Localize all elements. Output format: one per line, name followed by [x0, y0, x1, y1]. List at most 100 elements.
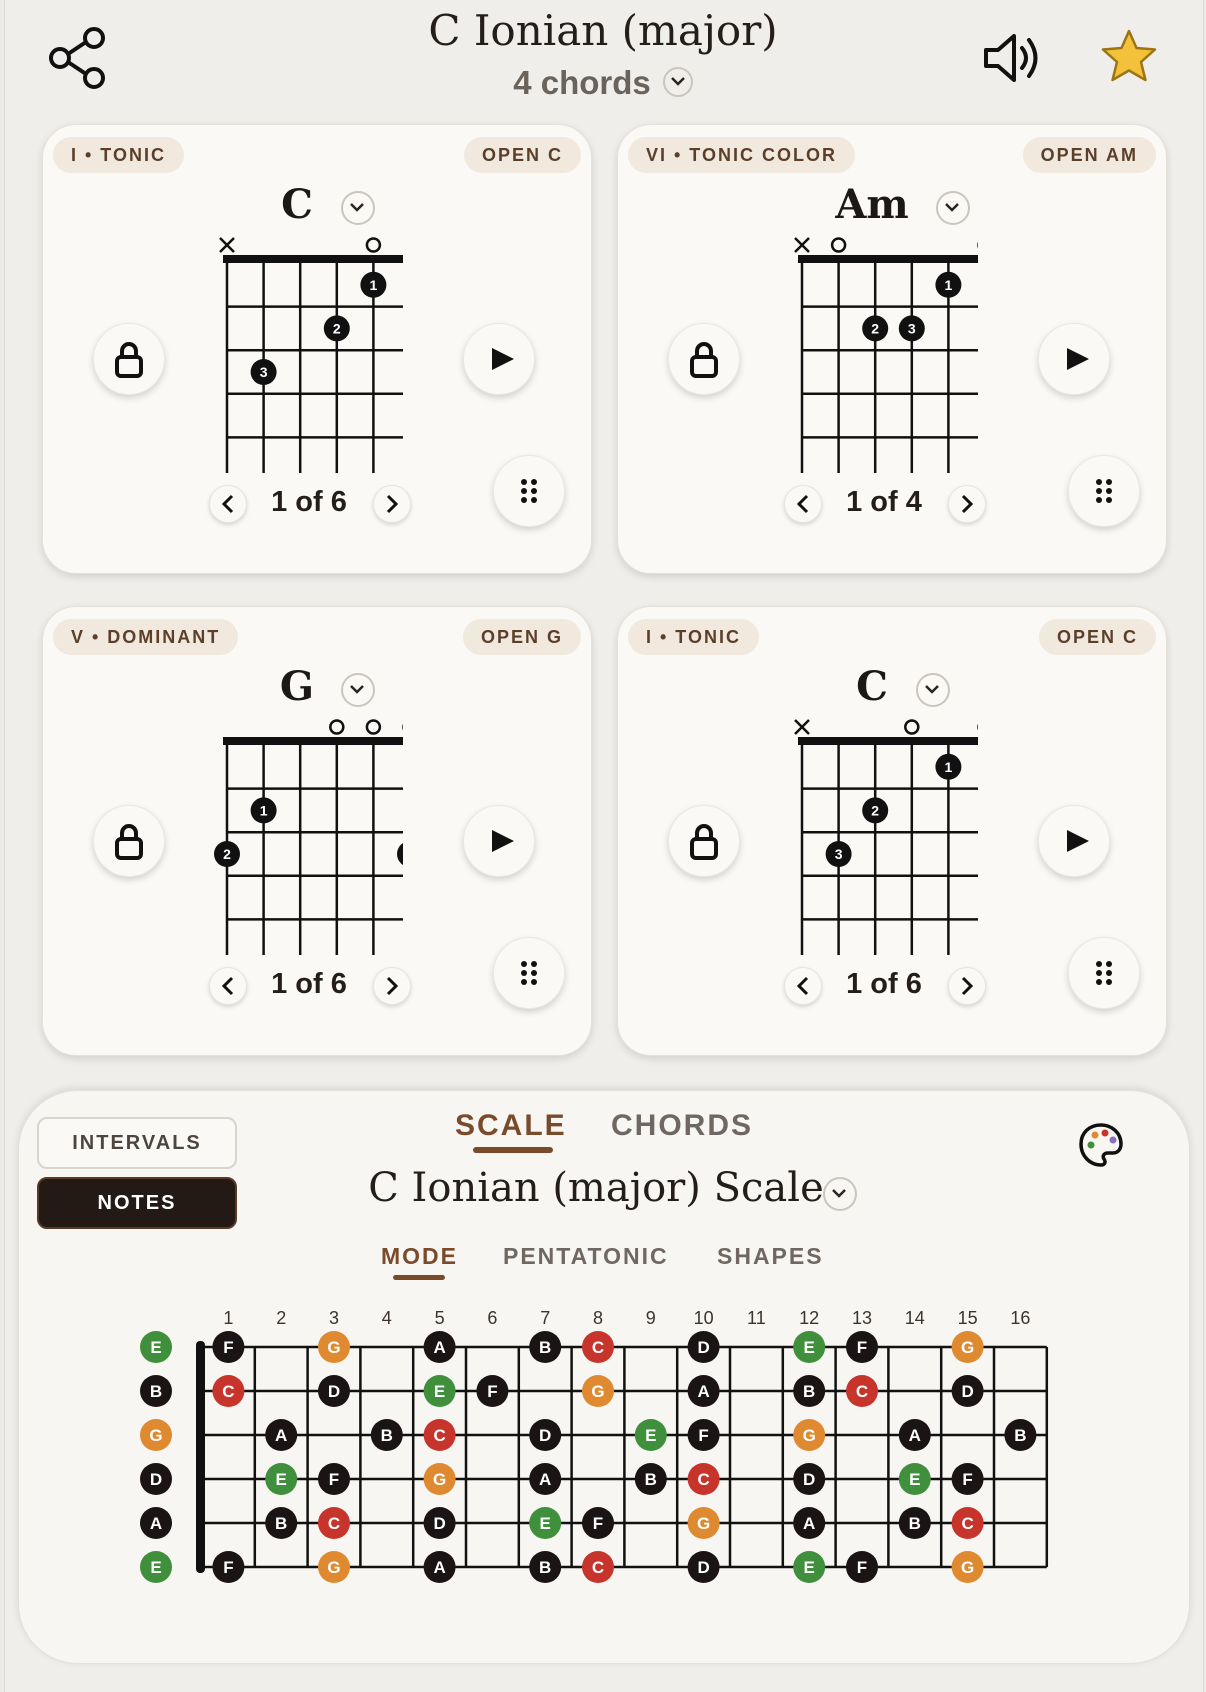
muted-string-marker [219, 237, 235, 253]
voicing-badge: OPEN G [462, 619, 581, 655]
subtab-mode-underline [393, 1275, 445, 1280]
tab-scale-underline [473, 1147, 553, 1153]
open-string-marker [365, 237, 382, 253]
lock-button[interactable] [668, 323, 740, 395]
voicing-badge: OPEN AM [1022, 137, 1156, 173]
chord-card: V • DOMINANT OPEN G G 123 1 of 6 [42, 606, 592, 1056]
play-icon [492, 348, 514, 370]
lock-icon [690, 342, 718, 378]
chevron-right-icon [961, 976, 974, 996]
chord-name-label: Am [835, 181, 909, 228]
star-icon[interactable] [1098, 26, 1160, 88]
prev-voicing-button[interactable] [784, 485, 822, 523]
scale-title-label: C Ionian (major) Scale [368, 1165, 824, 1211]
chord-diagram: 123 [214, 719, 403, 955]
chevron-left-icon [221, 494, 234, 514]
chevron-down-icon[interactable] [823, 1177, 857, 1211]
prev-voicing-button[interactable] [209, 485, 247, 523]
subtab-pentatonic[interactable]: PENTATONIC [503, 1243, 669, 1270]
voicing-pager: 1 of 4 [784, 483, 986, 523]
chevron-left-icon [796, 976, 809, 996]
scale-title: C Ionian (major) Scale [19, 1165, 1189, 1211]
play-icon [1067, 830, 1089, 852]
voicing-badge: OPEN C [1038, 619, 1156, 655]
voicing-index: 1 of 6 [271, 486, 347, 518]
play-button[interactable] [1038, 323, 1110, 395]
muted-string-marker [794, 237, 810, 253]
grip-dots-icon [1096, 961, 1112, 985]
drag-handle[interactable] [1068, 937, 1140, 1009]
degree-badge: I • TONIC [53, 137, 184, 173]
chord-card: I • TONIC OPEN C C 1 2 3 1 of 6 [42, 124, 592, 574]
lock-button[interactable] [668, 805, 740, 877]
speaker-icon[interactable] [980, 30, 1044, 86]
degree-badge: V • DOMINANT [53, 619, 239, 655]
chord-diagram: 123 [794, 237, 978, 473]
palette-icon[interactable] [1077, 1121, 1125, 1169]
chord-count-label: 4 chords [513, 64, 651, 101]
voicing-pager: 1 of 6 [784, 965, 986, 1005]
chevron-down-icon[interactable] [662, 67, 693, 98]
next-voicing-button[interactable] [373, 967, 411, 1005]
chord-name: G [43, 663, 591, 710]
finger-number: 3 [260, 364, 268, 380]
play-button[interactable] [463, 323, 535, 395]
drag-handle[interactable] [493, 455, 565, 527]
finger-number: 1 [945, 759, 953, 775]
muted-string-marker [794, 719, 810, 735]
chevron-down-icon[interactable] [916, 673, 950, 707]
finger-number: 1 [370, 277, 378, 293]
chevron-down-icon[interactable] [936, 191, 970, 225]
chord-card: I • TONIC OPEN C C 1 2 3 1 of 6 [617, 606, 1167, 1056]
degree-badge: VI • TONIC COLOR [628, 137, 855, 173]
lock-icon [115, 342, 143, 378]
finger-number: 3 [835, 846, 843, 862]
nut [223, 737, 403, 745]
chord-name-label: C [856, 663, 888, 710]
chevron-down-icon[interactable] [341, 191, 375, 225]
drag-handle[interactable] [493, 937, 565, 1009]
voicing-index: 1 of 6 [271, 968, 347, 1000]
finger-number: 2 [333, 320, 341, 336]
open-string-marker [329, 719, 345, 735]
chord-diagram: 1 2 3 [219, 237, 403, 473]
grip-dots-icon [521, 961, 537, 985]
nut [798, 255, 978, 263]
subtab-mode[interactable]: MODE [381, 1243, 458, 1270]
finger-number: 3 [908, 320, 916, 336]
play-button[interactable] [463, 805, 535, 877]
scale-panel: INTERVALS NOTES SCALE CHORDS C Ionian (m… [18, 1090, 1190, 1664]
chord-name-label: G [279, 663, 315, 710]
prev-voicing-button[interactable] [209, 967, 247, 1005]
play-icon [492, 830, 514, 852]
grip-dots-icon [1096, 479, 1112, 503]
chevron-left-icon [796, 494, 809, 514]
chevron-right-icon [386, 494, 399, 514]
next-voicing-button[interactable] [948, 485, 986, 523]
subtab-shapes[interactable]: SHAPES [717, 1243, 824, 1270]
lock-icon [690, 824, 718, 860]
voicing-badge: OPEN C [463, 137, 581, 173]
degree-badge: I • TONIC [628, 619, 759, 655]
next-voicing-button[interactable] [948, 967, 986, 1005]
prev-voicing-button[interactable] [784, 967, 822, 1005]
next-voicing-button[interactable] [373, 485, 411, 523]
tab-scale[interactable]: SCALE [455, 1109, 567, 1143]
tab-chords[interactable]: CHORDS [611, 1109, 753, 1143]
lock-button[interactable] [93, 805, 165, 877]
chord-name: Am [618, 181, 1166, 228]
finger-number: 2 [871, 802, 879, 818]
intervals-toggle[interactable]: INTERVALS [37, 1117, 237, 1169]
chevron-right-icon [961, 494, 974, 514]
voicing-pager: 1 of 6 [209, 483, 411, 523]
chevron-left-icon [221, 976, 234, 996]
drag-handle[interactable] [1068, 455, 1140, 527]
open-string-marker [365, 719, 382, 735]
open-string-marker [830, 237, 847, 253]
lock-button[interactable] [93, 323, 165, 395]
chord-diagram: 1 2 3 [794, 719, 978, 955]
finger-number: 2 [871, 320, 879, 336]
header: C Ionian (major) 4 chords [0, 0, 1206, 118]
chevron-down-icon[interactable] [341, 673, 375, 707]
play-button[interactable] [1038, 805, 1110, 877]
